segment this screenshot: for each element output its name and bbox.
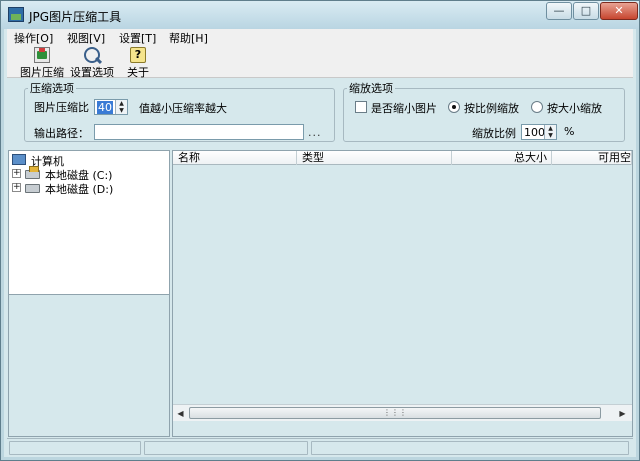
compress-hint: 值越小压缩率越大	[139, 102, 227, 115]
window-title: JPG图片压缩工具	[29, 10, 122, 24]
compress-ratio-spinner[interactable]: 40 ▲ ▼	[94, 99, 128, 115]
toolbar: 图片压缩 设置选项 ? 关于	[7, 45, 633, 79]
app-icon	[8, 7, 24, 22]
system-drive-icon	[25, 166, 40, 179]
file-list[interactable]: 名称 类型 总大小 可用空 ◀ ⋮⋮⋮ ▶	[172, 150, 633, 437]
expand-icon[interactable]: +	[12, 169, 21, 178]
tree-item-drive-d[interactable]: + 本地磁盘 (D:)	[9, 181, 159, 196]
scale-ratio-label: 缩放比例	[472, 127, 516, 140]
scroll-left-icon[interactable]: ◀	[174, 407, 187, 420]
scroll-thumb[interactable]: ⋮⋮⋮	[189, 407, 601, 419]
menu-view[interactable]: 视图[V]	[67, 30, 105, 46]
list-header: 名称 类型 总大小 可用空	[173, 151, 632, 165]
options-area: 压缩选项 图片压缩比 40 ▲ ▼ 值越小压缩率越大 输出路径： ... 缩放选项…	[7, 78, 633, 150]
column-free-space[interactable]: 可用空	[552, 151, 632, 165]
scale-by-size-label: 按大小缩放	[547, 102, 602, 115]
status-pane-1	[9, 441, 141, 455]
tree-item-computer[interactable]: 计算机	[9, 153, 159, 168]
menu-bar: 操作[O] 视图[V] 设置[T] 帮助[H]	[7, 29, 633, 45]
status-pane-2	[144, 441, 308, 455]
computer-icon	[12, 154, 26, 165]
tree-item-drive-c[interactable]: + 本地磁盘 (C:)	[9, 166, 159, 182]
scale-by-ratio-label: 按比例缩放	[464, 102, 519, 115]
scale-ratio-value: 100	[524, 126, 545, 139]
scale-options-group: 缩放选项 是否缩小图片 按比例缩放 按大小缩放 缩放比例 100 ▲ ▼ %	[343, 80, 625, 142]
output-path-label: 输出路径：	[34, 127, 89, 140]
folder-tree[interactable]: 计算机 + 本地磁盘 (C:) + 本地磁盘 (D:)	[8, 150, 170, 295]
scroll-right-icon[interactable]: ▶	[616, 407, 629, 420]
scale-options-legend: 缩放选项	[349, 82, 393, 95]
compress-options-group: 压缩选项 图片压缩比 40 ▲ ▼ 值越小压缩率越大 输出路径： ...	[24, 80, 335, 142]
browse-button[interactable]: ...	[308, 126, 322, 139]
expand-icon[interactable]: +	[12, 183, 21, 192]
app-window: JPG图片压缩工具 — □ ✕ 操作[O] 视图[V] 设置[T] 帮助[H] …	[0, 0, 640, 461]
scale-by-ratio-radio[interactable]	[448, 101, 460, 113]
about-button[interactable]: ? 关于	[123, 46, 153, 79]
compress-ratio-value: 40	[97, 101, 113, 114]
status-bar	[7, 438, 633, 456]
compress-ratio-label: 图片压缩比	[34, 101, 89, 114]
settings-button[interactable]: 设置选项	[67, 46, 117, 79]
magnifier-settings-icon	[84, 47, 100, 63]
shrink-image-label: 是否缩小图片	[371, 102, 437, 115]
status-pane-3	[311, 441, 629, 455]
menu-operate[interactable]: 操作[O]	[14, 30, 53, 46]
drive-icon	[25, 184, 40, 193]
menu-settings[interactable]: 设置[T]	[119, 30, 156, 46]
shrink-image-checkbox[interactable]	[355, 101, 367, 113]
menu-help[interactable]: 帮助[H]	[169, 30, 208, 46]
compress-image-button[interactable]: 图片压缩	[17, 46, 67, 79]
scale-ratio-spinner[interactable]: 100 ▲ ▼	[521, 124, 557, 140]
title-bar[interactable]: JPG图片压缩工具 — □ ✕	[1, 1, 639, 29]
compress-ratio-arrows[interactable]: ▲ ▼	[115, 100, 127, 114]
scale-by-size-radio[interactable]	[531, 101, 543, 113]
column-type[interactable]: 类型	[297, 151, 452, 165]
horizontal-scrollbar[interactable]: ◀ ⋮⋮⋮ ▶	[173, 404, 632, 421]
image-compress-icon	[34, 47, 50, 63]
close-button[interactable]: ✕	[600, 2, 638, 20]
output-path-input[interactable]	[94, 124, 304, 140]
scale-ratio-unit: %	[564, 125, 575, 138]
question-note-icon: ?	[130, 47, 146, 63]
compress-options-legend: 压缩选项	[30, 82, 74, 95]
tree-lower-pane	[8, 295, 170, 437]
column-total-size[interactable]: 总大小	[452, 151, 552, 165]
minimize-button[interactable]: —	[546, 2, 572, 20]
maximize-button[interactable]: □	[573, 2, 599, 20]
scale-ratio-arrows[interactable]: ▲ ▼	[544, 125, 556, 139]
tree-item-drive-d-label: 本地磁盘 (D:)	[45, 183, 114, 196]
column-name[interactable]: 名称	[173, 151, 297, 165]
